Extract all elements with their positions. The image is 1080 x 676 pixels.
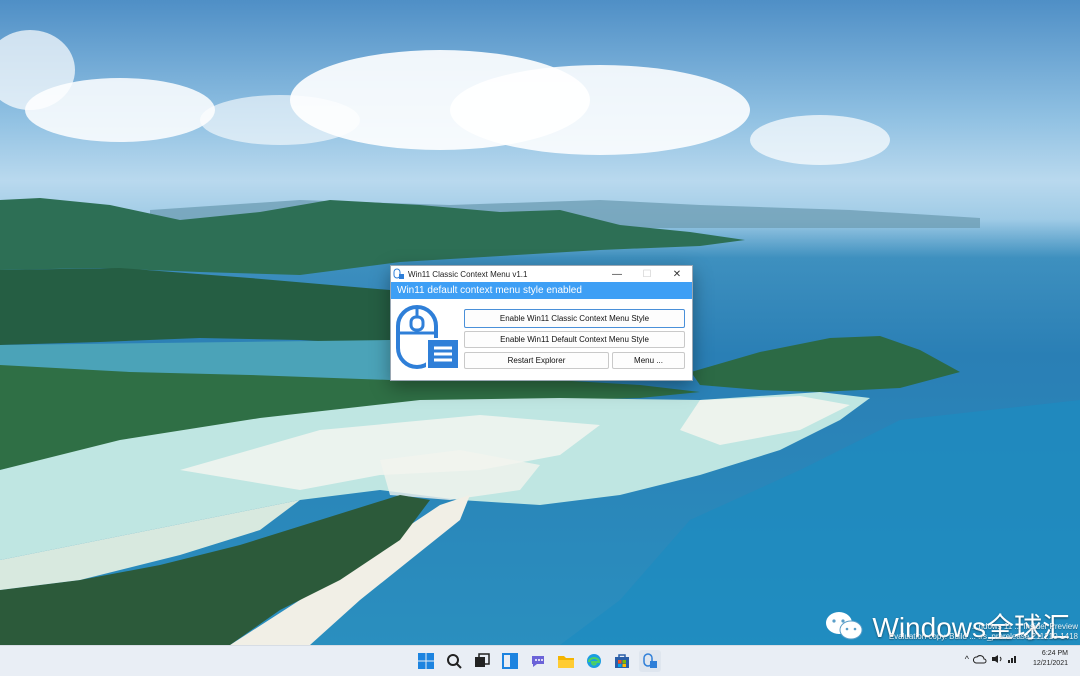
task-view-icon[interactable] bbox=[471, 650, 493, 672]
eval-line-2: Evaluation copy. Build ... .rs_prereleas… bbox=[888, 632, 1078, 641]
context-menu-app-icon[interactable] bbox=[639, 650, 661, 672]
file-explorer-icon[interactable] bbox=[555, 650, 577, 672]
onedrive-cloud-icon[interactable] bbox=[972, 654, 987, 664]
minimize-button[interactable]: — bbox=[602, 266, 632, 282]
enable-classic-button[interactable]: Enable Win11 Classic Context Menu Style bbox=[464, 309, 685, 328]
enable-default-button[interactable]: Enable Win11 Default Context Menu Style bbox=[464, 331, 685, 348]
clock-date: 12/21/2021 bbox=[1032, 660, 1068, 667]
windows-start-icon[interactable] bbox=[415, 650, 437, 672]
search-icon[interactable] bbox=[443, 650, 465, 672]
menu-button[interactable]: Menu ... bbox=[612, 352, 685, 369]
edge-icon[interactable] bbox=[583, 650, 605, 672]
evaluation-text: ...ndows 11 ... Insider Preview Evaluati… bbox=[889, 622, 1078, 642]
wechat-icon bbox=[824, 610, 864, 642]
context-menu-app-window: Win11 Classic Context Menu v1.1 — ☐ ✕ Wi… bbox=[390, 265, 693, 381]
window-title: Win11 Classic Context Menu v1.1 bbox=[408, 269, 528, 279]
mouse-context-menu-icon bbox=[396, 305, 460, 370]
close-button[interactable]: ✕ bbox=[662, 266, 692, 282]
eval-line-1: ...ndows 11 ... Insider Preview bbox=[971, 622, 1078, 631]
chat-icon[interactable] bbox=[527, 650, 549, 672]
tray-overflow-chevron-icon[interactable]: ^ bbox=[965, 654, 969, 664]
status-message: Win11 default context menu style enabled bbox=[391, 282, 692, 299]
app-icon bbox=[393, 268, 404, 279]
widgets-icon[interactable] bbox=[499, 650, 521, 672]
taskbar: ^ 6:24 PM 12/21/2021 bbox=[0, 645, 1080, 676]
title-bar[interactable]: Win11 Classic Context Menu v1.1 — ☐ ✕ bbox=[391, 266, 692, 282]
store-icon[interactable] bbox=[611, 650, 633, 672]
network-icon[interactable] bbox=[1007, 654, 1019, 664]
clock-time: 6:24 PM bbox=[1041, 650, 1068, 657]
restart-explorer-button[interactable]: Restart Explorer bbox=[464, 352, 609, 369]
volume-icon[interactable] bbox=[991, 654, 1003, 664]
maximize-button[interactable]: ☐ bbox=[632, 266, 662, 282]
clock[interactable]: 6:24 PM 12/21/2021 bbox=[1033, 649, 1068, 669]
system-tray: ^ 6:24 PM 12/21/2021 bbox=[965, 649, 1068, 669]
